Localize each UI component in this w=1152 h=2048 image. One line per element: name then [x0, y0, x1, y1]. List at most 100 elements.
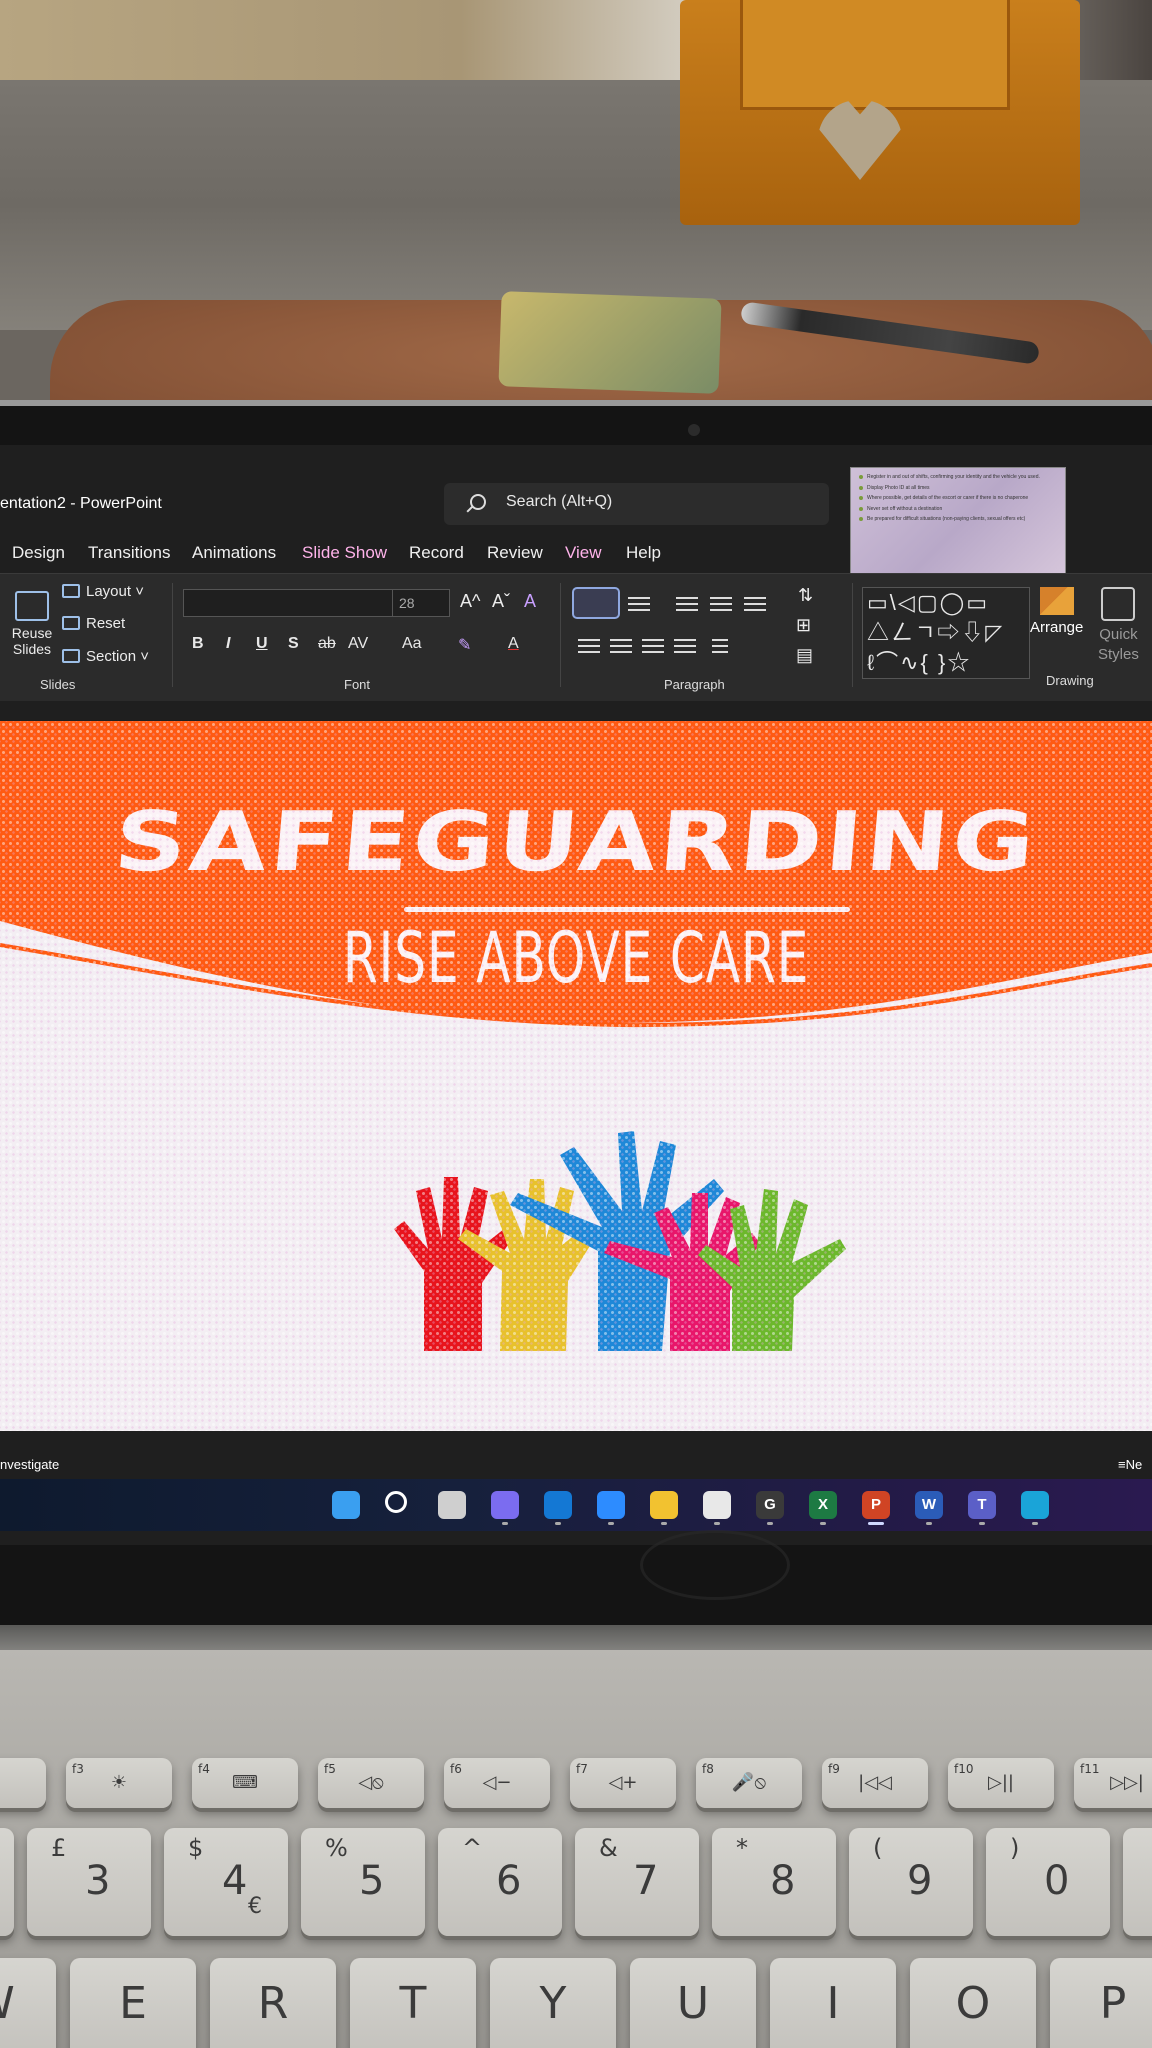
- tab-design[interactable]: Design: [12, 543, 65, 563]
- underline-button[interactable]: U: [256, 635, 268, 653]
- number-key[interactable]: ) 0: [986, 1828, 1110, 1936]
- letter-key[interactable]: W: [0, 1958, 56, 2048]
- tab-help[interactable]: Help: [626, 543, 661, 563]
- key-letter-label: O: [955, 1978, 991, 2029]
- number-key[interactable]: % 5: [301, 1828, 425, 1936]
- number-key[interactable]: * 8: [712, 1828, 836, 1936]
- columns-icon[interactable]: [712, 639, 728, 653]
- tab-slide-show[interactable]: Slide Show: [302, 543, 387, 563]
- function-key[interactable]: f5 ◁⦸: [318, 1758, 424, 1808]
- function-key-icon: ◁+: [608, 1772, 638, 1793]
- number-key[interactable]: -: [1123, 1828, 1152, 1936]
- number-key[interactable]: (9: [849, 1828, 973, 1936]
- letter-key[interactable]: R: [210, 1958, 336, 2048]
- layout-button[interactable]: Layout ˅: [62, 583, 144, 600]
- zoom-icon[interactable]: [597, 1491, 625, 1519]
- start-icon[interactable]: [332, 1491, 360, 1519]
- search-input[interactable]: Search (Alt+Q): [444, 483, 829, 525]
- decrease-indent-icon[interactable]: [676, 597, 698, 611]
- function-key[interactable]: f9 |◁◁: [822, 1758, 928, 1808]
- numbering-icon[interactable]: [628, 597, 650, 611]
- section-button[interactable]: Section ˅: [62, 648, 149, 665]
- smartart-icon[interactable]: ▤: [796, 645, 813, 666]
- layout-label: Layout ˅: [86, 583, 144, 600]
- function-key[interactable]: f10 ▷||: [948, 1758, 1054, 1808]
- slide-canvas[interactable]: SAFEGUARDING RISE ABOVE CARE: [0, 721, 1152, 1431]
- font-color-button[interactable]: A: [508, 635, 519, 653]
- teams-icon[interactable]: T: [968, 1491, 996, 1519]
- align-right-icon[interactable]: [642, 639, 664, 653]
- key-main-label: 4: [222, 1858, 248, 1904]
- tab-view[interactable]: View: [565, 543, 602, 563]
- store-icon[interactable]: [703, 1491, 731, 1519]
- function-key[interactable]: f11 ▷▷|: [1074, 1758, 1152, 1808]
- letter-key[interactable]: E: [70, 1958, 196, 2048]
- function-key[interactable]: f7 ◁+: [570, 1758, 676, 1808]
- number-key[interactable]: ^ 6: [438, 1828, 562, 1936]
- change-case-button[interactable]: Aa: [402, 635, 422, 653]
- quick-styles-button[interactable]: Quick Styles: [1098, 587, 1139, 664]
- shapes-row[interactable]: ℓ⌒∿{ }☆: [867, 648, 1025, 678]
- text-direction-icon[interactable]: ⇅: [798, 585, 813, 606]
- line-spacing-icon[interactable]: [744, 597, 766, 611]
- letter-key[interactable]: U: [630, 1958, 756, 2048]
- accessibility-status[interactable]: nvestigate: [0, 1457, 59, 1472]
- excel-icon[interactable]: X: [809, 1491, 837, 1519]
- function-key[interactable]: f4 ⌨: [192, 1758, 298, 1808]
- number-key[interactable]: 2: [0, 1828, 14, 1936]
- font-name-field[interactable]: [183, 589, 393, 617]
- edge-icon[interactable]: [1021, 1491, 1049, 1519]
- function-key[interactable]: f6 ◁−: [444, 1758, 550, 1808]
- reset-button[interactable]: Reset: [62, 615, 125, 632]
- reuse-slides-button[interactable]: Reuse Slides: [10, 591, 54, 657]
- task-view-icon[interactable]: [438, 1491, 466, 1519]
- align-left-icon[interactable]: [578, 639, 600, 653]
- character-spacing-button[interactable]: AV: [348, 635, 368, 653]
- letter-key[interactable]: T: [350, 1958, 476, 2048]
- letter-key[interactable]: P: [1050, 1958, 1152, 2048]
- powerpoint-icon[interactable]: P: [862, 1491, 890, 1519]
- font-size-field[interactable]: 28: [392, 589, 450, 617]
- increase-indent-icon[interactable]: [710, 597, 732, 611]
- function-key[interactable]: f3 ☀: [66, 1758, 172, 1808]
- tab-review[interactable]: Review: [487, 543, 543, 563]
- chat-icon[interactable]: [491, 1491, 519, 1519]
- shapes-gallery[interactable]: ▭\◁▢◯▭ △ㄥㄱ⇨⇩◸ ℓ⌒∿{ }☆: [862, 587, 1030, 679]
- number-key[interactable]: & 7: [575, 1828, 699, 1936]
- word-icon[interactable]: W: [915, 1491, 943, 1519]
- tab-record[interactable]: Record: [409, 543, 464, 563]
- align-text-icon[interactable]: ⊞: [796, 615, 811, 636]
- arrange-button[interactable]: Arrange: [1030, 587, 1083, 636]
- highlight-button[interactable]: ✎: [458, 635, 471, 655]
- tab-animations[interactable]: Animations: [192, 543, 276, 563]
- grow-font-button[interactable]: A^: [460, 591, 480, 612]
- number-key[interactable]: £3: [27, 1828, 151, 1936]
- function-key[interactable]: f8 🎤⦸: [696, 1758, 802, 1808]
- shadow-button[interactable]: S: [288, 635, 299, 653]
- function-key[interactable]: ☀: [0, 1758, 46, 1808]
- letter-key[interactable]: O: [910, 1958, 1036, 2048]
- g-app-icon[interactable]: G: [756, 1491, 784, 1519]
- number-key[interactable]: $4 €: [164, 1828, 288, 1936]
- outlook-icon[interactable]: [544, 1491, 572, 1519]
- file-explorer-icon[interactable]: [650, 1491, 678, 1519]
- search-icon[interactable]: [385, 1491, 407, 1513]
- letter-key[interactable]: Y: [490, 1958, 616, 2048]
- shapes-row[interactable]: △ㄥㄱ⇨⇩◸: [867, 618, 1025, 648]
- italic-button[interactable]: I: [226, 635, 230, 653]
- function-key-icon: 🎤⦸: [731, 1772, 767, 1793]
- notes-button[interactable]: ≡Ne: [1118, 1457, 1142, 1472]
- tab-transitions[interactable]: Transitions: [88, 543, 171, 563]
- align-center-icon[interactable]: [610, 639, 632, 653]
- shapes-row[interactable]: ▭\◁▢◯▭: [867, 588, 1025, 618]
- key-top-label: *: [736, 1834, 748, 1862]
- webcam: [688, 424, 700, 436]
- bold-button[interactable]: B: [192, 635, 204, 653]
- justify-icon[interactable]: [674, 639, 696, 653]
- strikethrough-button[interactable]: ab: [318, 635, 336, 653]
- shrink-font-button[interactable]: Aˇ: [492, 591, 510, 612]
- letter-key[interactable]: I: [770, 1958, 896, 2048]
- function-key-icon: ◁⦸: [358, 1772, 384, 1793]
- clear-formatting-button[interactable]: A: [524, 591, 536, 612]
- bullets-button[interactable]: [572, 587, 620, 619]
